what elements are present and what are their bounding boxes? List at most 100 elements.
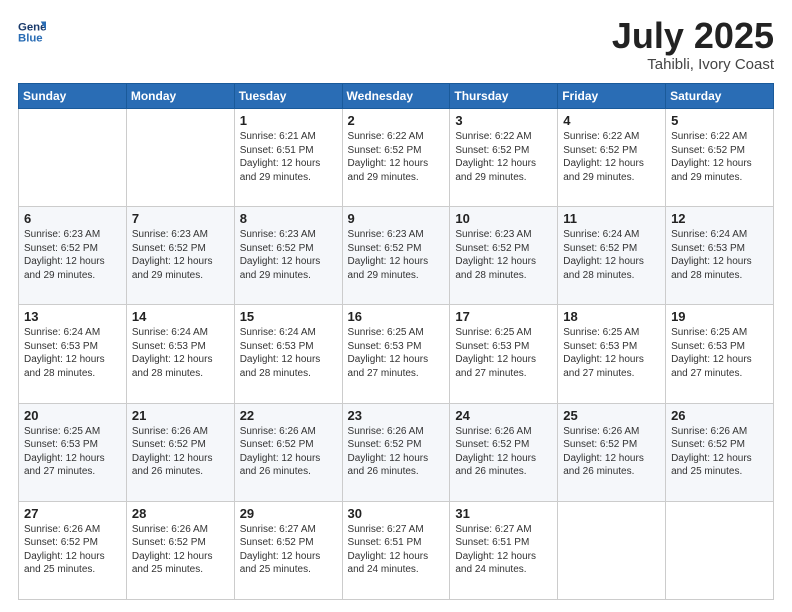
day-number: 23	[348, 408, 445, 423]
daylight-text: Daylight: 12 hours and 24 minutes.	[455, 551, 536, 576]
sunset-text: Sunset: 6:52 PM	[240, 537, 314, 548]
table-row: 16 Sunrise: 6:25 AM Sunset: 6:53 PM Dayl…	[342, 305, 450, 403]
daylight-text: Daylight: 12 hours and 25 minutes.	[240, 551, 321, 576]
day-number: 26	[671, 408, 768, 423]
day-number: 17	[455, 309, 552, 324]
table-row: 17 Sunrise: 6:25 AM Sunset: 6:53 PM Dayl…	[450, 305, 558, 403]
table-row: 18 Sunrise: 6:25 AM Sunset: 6:53 PM Dayl…	[558, 305, 666, 403]
sunset-text: Sunset: 6:52 PM	[240, 439, 314, 450]
daylight-text: Daylight: 12 hours and 25 minutes.	[132, 551, 213, 576]
sunrise-text: Sunrise: 6:24 AM	[132, 327, 208, 338]
table-row	[19, 109, 127, 207]
day-number: 21	[132, 408, 229, 423]
sunset-text: Sunset: 6:52 PM	[132, 243, 206, 254]
day-number: 12	[671, 211, 768, 226]
logo: General Blue	[18, 18, 46, 46]
sunset-text: Sunset: 6:52 PM	[132, 439, 206, 450]
sunrise-text: Sunrise: 6:24 AM	[671, 229, 747, 240]
title-block: July 2025 Tahibli, Ivory Coast	[612, 18, 774, 73]
table-row: 14 Sunrise: 6:24 AM Sunset: 6:53 PM Dayl…	[126, 305, 234, 403]
sunset-text: Sunset: 6:52 PM	[563, 243, 637, 254]
sunrise-text: Sunrise: 6:25 AM	[563, 327, 639, 338]
sunset-text: Sunset: 6:51 PM	[455, 537, 529, 548]
table-row: 29 Sunrise: 6:27 AM Sunset: 6:52 PM Dayl…	[234, 501, 342, 599]
day-number: 25	[563, 408, 660, 423]
table-row: 7 Sunrise: 6:23 AM Sunset: 6:52 PM Dayli…	[126, 207, 234, 305]
daylight-text: Daylight: 12 hours and 28 minutes.	[671, 256, 752, 281]
daylight-text: Daylight: 12 hours and 26 minutes.	[240, 453, 321, 478]
sunrise-text: Sunrise: 6:26 AM	[348, 426, 424, 437]
cell-info: Sunrise: 6:24 AM Sunset: 6:53 PM Dayligh…	[240, 326, 337, 380]
cell-info: Sunrise: 6:24 AM Sunset: 6:53 PM Dayligh…	[24, 326, 121, 380]
table-row: 24 Sunrise: 6:26 AM Sunset: 6:52 PM Dayl…	[450, 403, 558, 501]
sunrise-text: Sunrise: 6:27 AM	[348, 524, 424, 535]
table-row: 15 Sunrise: 6:24 AM Sunset: 6:53 PM Dayl…	[234, 305, 342, 403]
sunset-text: Sunset: 6:53 PM	[24, 439, 98, 450]
sunrise-text: Sunrise: 6:26 AM	[563, 426, 639, 437]
col-monday: Monday	[126, 84, 234, 109]
sunset-text: Sunset: 6:52 PM	[455, 145, 529, 156]
table-row: 26 Sunrise: 6:26 AM Sunset: 6:52 PM Dayl…	[666, 403, 774, 501]
sunset-text: Sunset: 6:52 PM	[240, 243, 314, 254]
sunset-text: Sunset: 6:53 PM	[671, 341, 745, 352]
sunset-text: Sunset: 6:53 PM	[671, 243, 745, 254]
table-row: 11 Sunrise: 6:24 AM Sunset: 6:52 PM Dayl…	[558, 207, 666, 305]
day-number: 31	[455, 506, 552, 521]
daylight-text: Daylight: 12 hours and 29 minutes.	[24, 256, 105, 281]
cell-info: Sunrise: 6:26 AM Sunset: 6:52 PM Dayligh…	[132, 523, 229, 577]
col-wednesday: Wednesday	[342, 84, 450, 109]
daylight-text: Daylight: 12 hours and 28 minutes.	[240, 354, 321, 379]
sunrise-text: Sunrise: 6:27 AM	[240, 524, 316, 535]
day-number: 28	[132, 506, 229, 521]
table-row: 1 Sunrise: 6:21 AM Sunset: 6:51 PM Dayli…	[234, 109, 342, 207]
cell-info: Sunrise: 6:24 AM Sunset: 6:53 PM Dayligh…	[671, 228, 768, 282]
svg-text:Blue: Blue	[18, 33, 43, 45]
table-row: 4 Sunrise: 6:22 AM Sunset: 6:52 PM Dayli…	[558, 109, 666, 207]
table-row: 20 Sunrise: 6:25 AM Sunset: 6:53 PM Dayl…	[19, 403, 127, 501]
table-row: 30 Sunrise: 6:27 AM Sunset: 6:51 PM Dayl…	[342, 501, 450, 599]
col-saturday: Saturday	[666, 84, 774, 109]
sunrise-text: Sunrise: 6:23 AM	[132, 229, 208, 240]
sunrise-text: Sunrise: 6:26 AM	[455, 426, 531, 437]
table-row: 25 Sunrise: 6:26 AM Sunset: 6:52 PM Dayl…	[558, 403, 666, 501]
header-row: Sunday Monday Tuesday Wednesday Thursday…	[19, 84, 774, 109]
table-row	[666, 501, 774, 599]
cell-info: Sunrise: 6:27 AM Sunset: 6:51 PM Dayligh…	[455, 523, 552, 577]
table-row: 13 Sunrise: 6:24 AM Sunset: 6:53 PM Dayl…	[19, 305, 127, 403]
day-number: 10	[455, 211, 552, 226]
logo-icon: General Blue	[18, 18, 46, 46]
sunrise-text: Sunrise: 6:24 AM	[24, 327, 100, 338]
table-row: 19 Sunrise: 6:25 AM Sunset: 6:53 PM Dayl…	[666, 305, 774, 403]
sunrise-text: Sunrise: 6:22 AM	[455, 131, 531, 142]
sunrise-text: Sunrise: 6:23 AM	[240, 229, 316, 240]
sunrise-text: Sunrise: 6:25 AM	[24, 426, 100, 437]
sunset-text: Sunset: 6:52 PM	[24, 537, 98, 548]
sunset-text: Sunset: 6:52 PM	[455, 243, 529, 254]
cell-info: Sunrise: 6:24 AM Sunset: 6:52 PM Dayligh…	[563, 228, 660, 282]
day-number: 22	[240, 408, 337, 423]
sunset-text: Sunset: 6:52 PM	[671, 145, 745, 156]
sunset-text: Sunset: 6:53 PM	[563, 341, 637, 352]
cell-info: Sunrise: 6:25 AM Sunset: 6:53 PM Dayligh…	[24, 425, 121, 479]
day-number: 11	[563, 211, 660, 226]
daylight-text: Daylight: 12 hours and 26 minutes.	[563, 453, 644, 478]
table-row: 2 Sunrise: 6:22 AM Sunset: 6:52 PM Dayli…	[342, 109, 450, 207]
cell-info: Sunrise: 6:21 AM Sunset: 6:51 PM Dayligh…	[240, 130, 337, 184]
table-row: 9 Sunrise: 6:23 AM Sunset: 6:52 PM Dayli…	[342, 207, 450, 305]
sunrise-text: Sunrise: 6:21 AM	[240, 131, 316, 142]
sunset-text: Sunset: 6:53 PM	[348, 341, 422, 352]
daylight-text: Daylight: 12 hours and 29 minutes.	[240, 158, 321, 183]
daylight-text: Daylight: 12 hours and 26 minutes.	[455, 453, 536, 478]
sunset-text: Sunset: 6:53 PM	[240, 341, 314, 352]
sunset-text: Sunset: 6:52 PM	[24, 243, 98, 254]
day-number: 24	[455, 408, 552, 423]
day-number: 16	[348, 309, 445, 324]
sunrise-text: Sunrise: 6:25 AM	[455, 327, 531, 338]
daylight-text: Daylight: 12 hours and 29 minutes.	[563, 158, 644, 183]
col-friday: Friday	[558, 84, 666, 109]
sunrise-text: Sunrise: 6:25 AM	[348, 327, 424, 338]
daylight-text: Daylight: 12 hours and 29 minutes.	[671, 158, 752, 183]
table-row: 22 Sunrise: 6:26 AM Sunset: 6:52 PM Dayl…	[234, 403, 342, 501]
cell-info: Sunrise: 6:25 AM Sunset: 6:53 PM Dayligh…	[671, 326, 768, 380]
cell-info: Sunrise: 6:23 AM Sunset: 6:52 PM Dayligh…	[348, 228, 445, 282]
